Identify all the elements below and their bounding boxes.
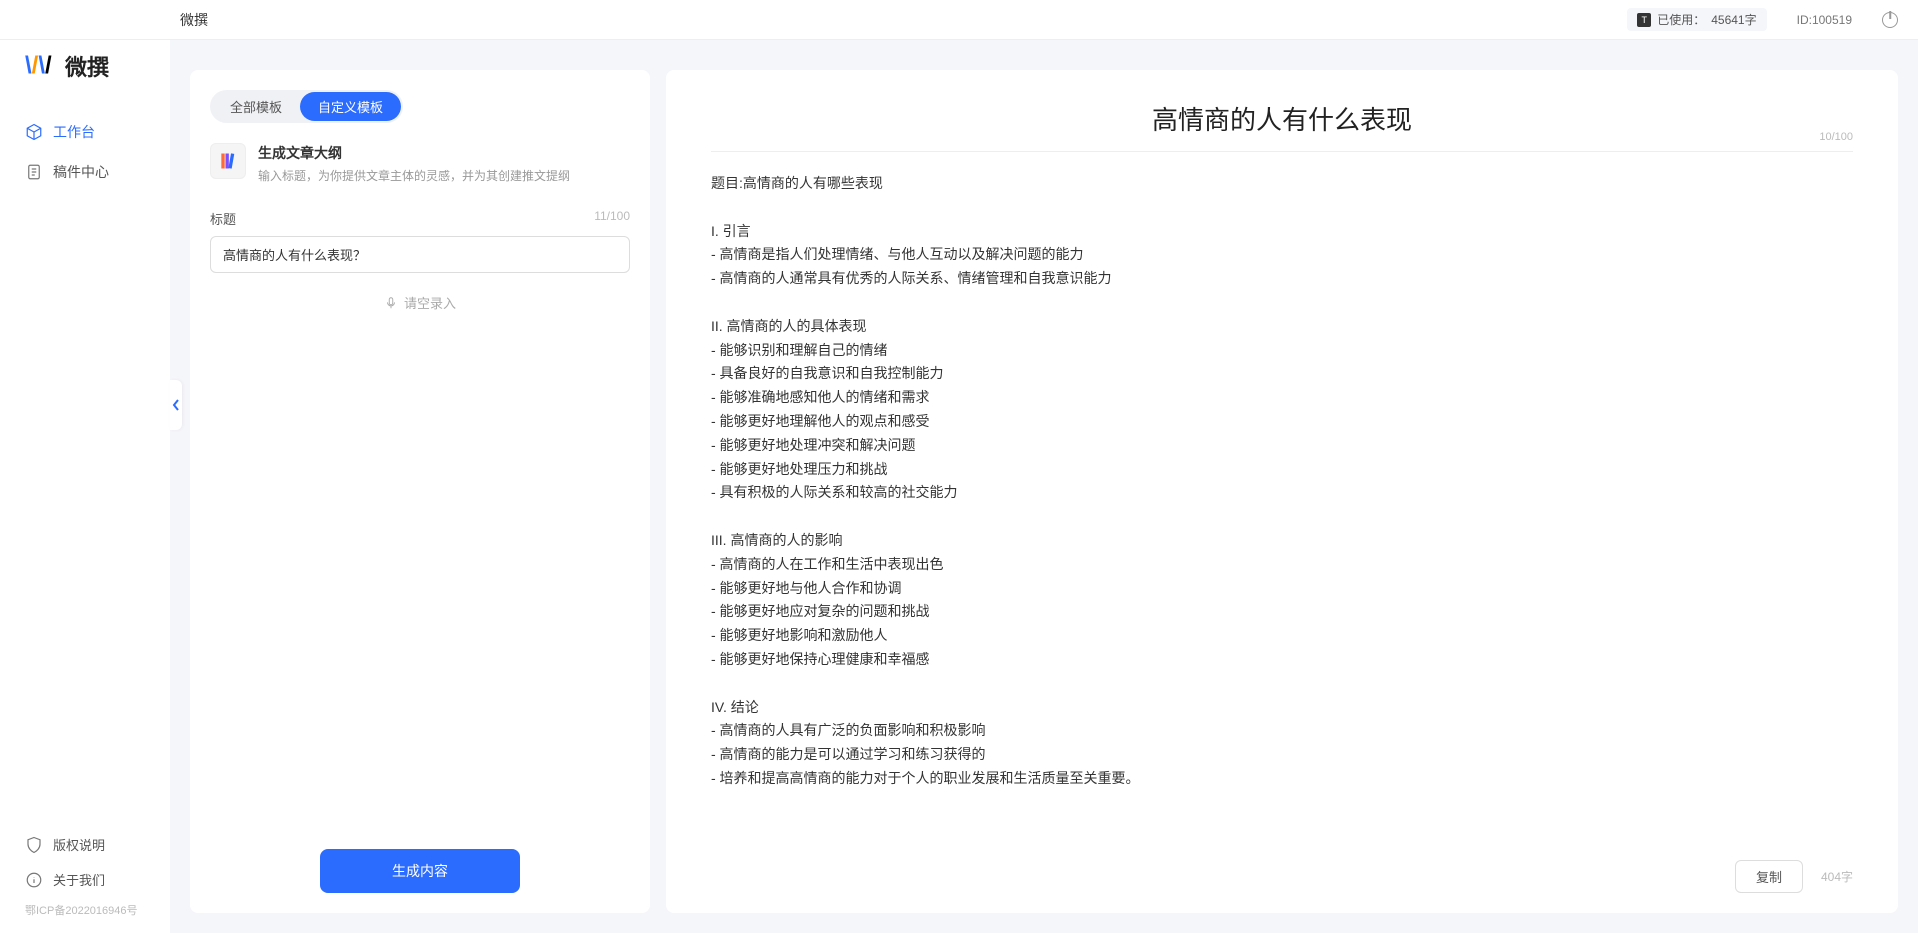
books-icon [210, 143, 246, 179]
usage-value: 45641字 [1711, 11, 1756, 28]
nav-label: 工作台 [53, 122, 95, 142]
header-title: 微撰 [180, 10, 208, 30]
nav-label: 版权说明 [53, 835, 105, 854]
nav-label: 关于我们 [53, 870, 105, 889]
text-icon: T [1637, 13, 1651, 27]
nav-copyright[interactable]: 版权说明 [0, 827, 170, 862]
icp-number: 鄂ICP备2022016946号 [0, 897, 170, 923]
user-id: ID:100519 [1797, 11, 1852, 29]
template-card: 生成文章大纲 输入标题，为你提供文章主体的灵感，并为其创建推文提纲 [210, 143, 630, 184]
header-right: T 已使用： 45641字 ID:100519 [1627, 8, 1898, 31]
usage-label: 已使用： [1657, 11, 1705, 28]
copy-button[interactable]: 复制 [1735, 860, 1803, 893]
title-label: 标题 [210, 209, 236, 228]
generate-button[interactable]: 生成内容 [320, 849, 520, 893]
output-title: 高情商的人有什么表现 [711, 100, 1853, 137]
main: 全部模板 自定义模板 生成文章大纲 输入标题，为你提供文章主体的灵感，并为其创建… [170, 40, 1918, 933]
mic-icon [384, 296, 398, 310]
logo-text: 微撰 [65, 50, 109, 82]
sidebar: \/\/ 微撰 工作台 稿件中心 版权说明 [0, 40, 170, 933]
nav: 工作台 稿件中心 [0, 112, 170, 192]
header: 微撰 T 已使用： 45641字 ID:100519 [0, 0, 1918, 40]
title-char-count: 11/100 [594, 209, 630, 228]
info-icon [25, 871, 43, 889]
word-count: 404字 [1821, 868, 1853, 885]
chevron-left-icon [172, 399, 180, 411]
usage-badge[interactable]: T 已使用： 45641字 [1627, 8, 1766, 31]
output-title-row: 高情商的人有什么表现 10/100 [711, 100, 1853, 152]
nav-label: 稿件中心 [53, 162, 109, 182]
nav-drafts[interactable]: 稿件中心 [0, 152, 170, 192]
cube-icon [25, 123, 43, 141]
logo[interactable]: \/\/ 微撰 [0, 50, 170, 112]
output-body[interactable]: 题目:高情商的人有哪些表现 I. 引言 - 高情商是指人们处理情绪、与他人互动以… [711, 172, 1853, 846]
title-field-label-row: 标题 11/100 [210, 209, 630, 228]
shield-icon [25, 836, 43, 854]
nav-about[interactable]: 关于我们 [0, 862, 170, 897]
right-panel: 高情商的人有什么表现 10/100 题目:高情商的人有哪些表现 I. 引言 - … [666, 70, 1898, 913]
tab-custom-templates[interactable]: 自定义模板 [300, 92, 401, 121]
document-icon [25, 163, 43, 181]
voice-label: 请空录入 [404, 293, 456, 312]
tab-all-templates[interactable]: 全部模板 [212, 92, 300, 121]
sidebar-footer: 版权说明 关于我们 鄂ICP备2022016946号 [0, 827, 170, 933]
power-icon[interactable] [1882, 12, 1898, 28]
nav-workbench[interactable]: 工作台 [0, 112, 170, 152]
template-tabs: 全部模板 自定义模板 [210, 90, 403, 123]
output-title-counter: 10/100 [1819, 131, 1853, 143]
template-title: 生成文章大纲 [258, 143, 630, 163]
template-desc: 输入标题，为你提供文章主体的灵感，并为其创建推文提纲 [258, 167, 630, 184]
output-footer: 复制 404字 [711, 846, 1853, 893]
logo-icon: \/\/ [25, 50, 57, 82]
voice-input-button[interactable]: 请空录入 [210, 293, 630, 312]
sidebar-collapse-handle[interactable] [170, 380, 182, 430]
left-panel: 全部模板 自定义模板 生成文章大纲 输入标题，为你提供文章主体的灵感，并为其创建… [190, 70, 650, 913]
title-input[interactable] [210, 236, 630, 273]
